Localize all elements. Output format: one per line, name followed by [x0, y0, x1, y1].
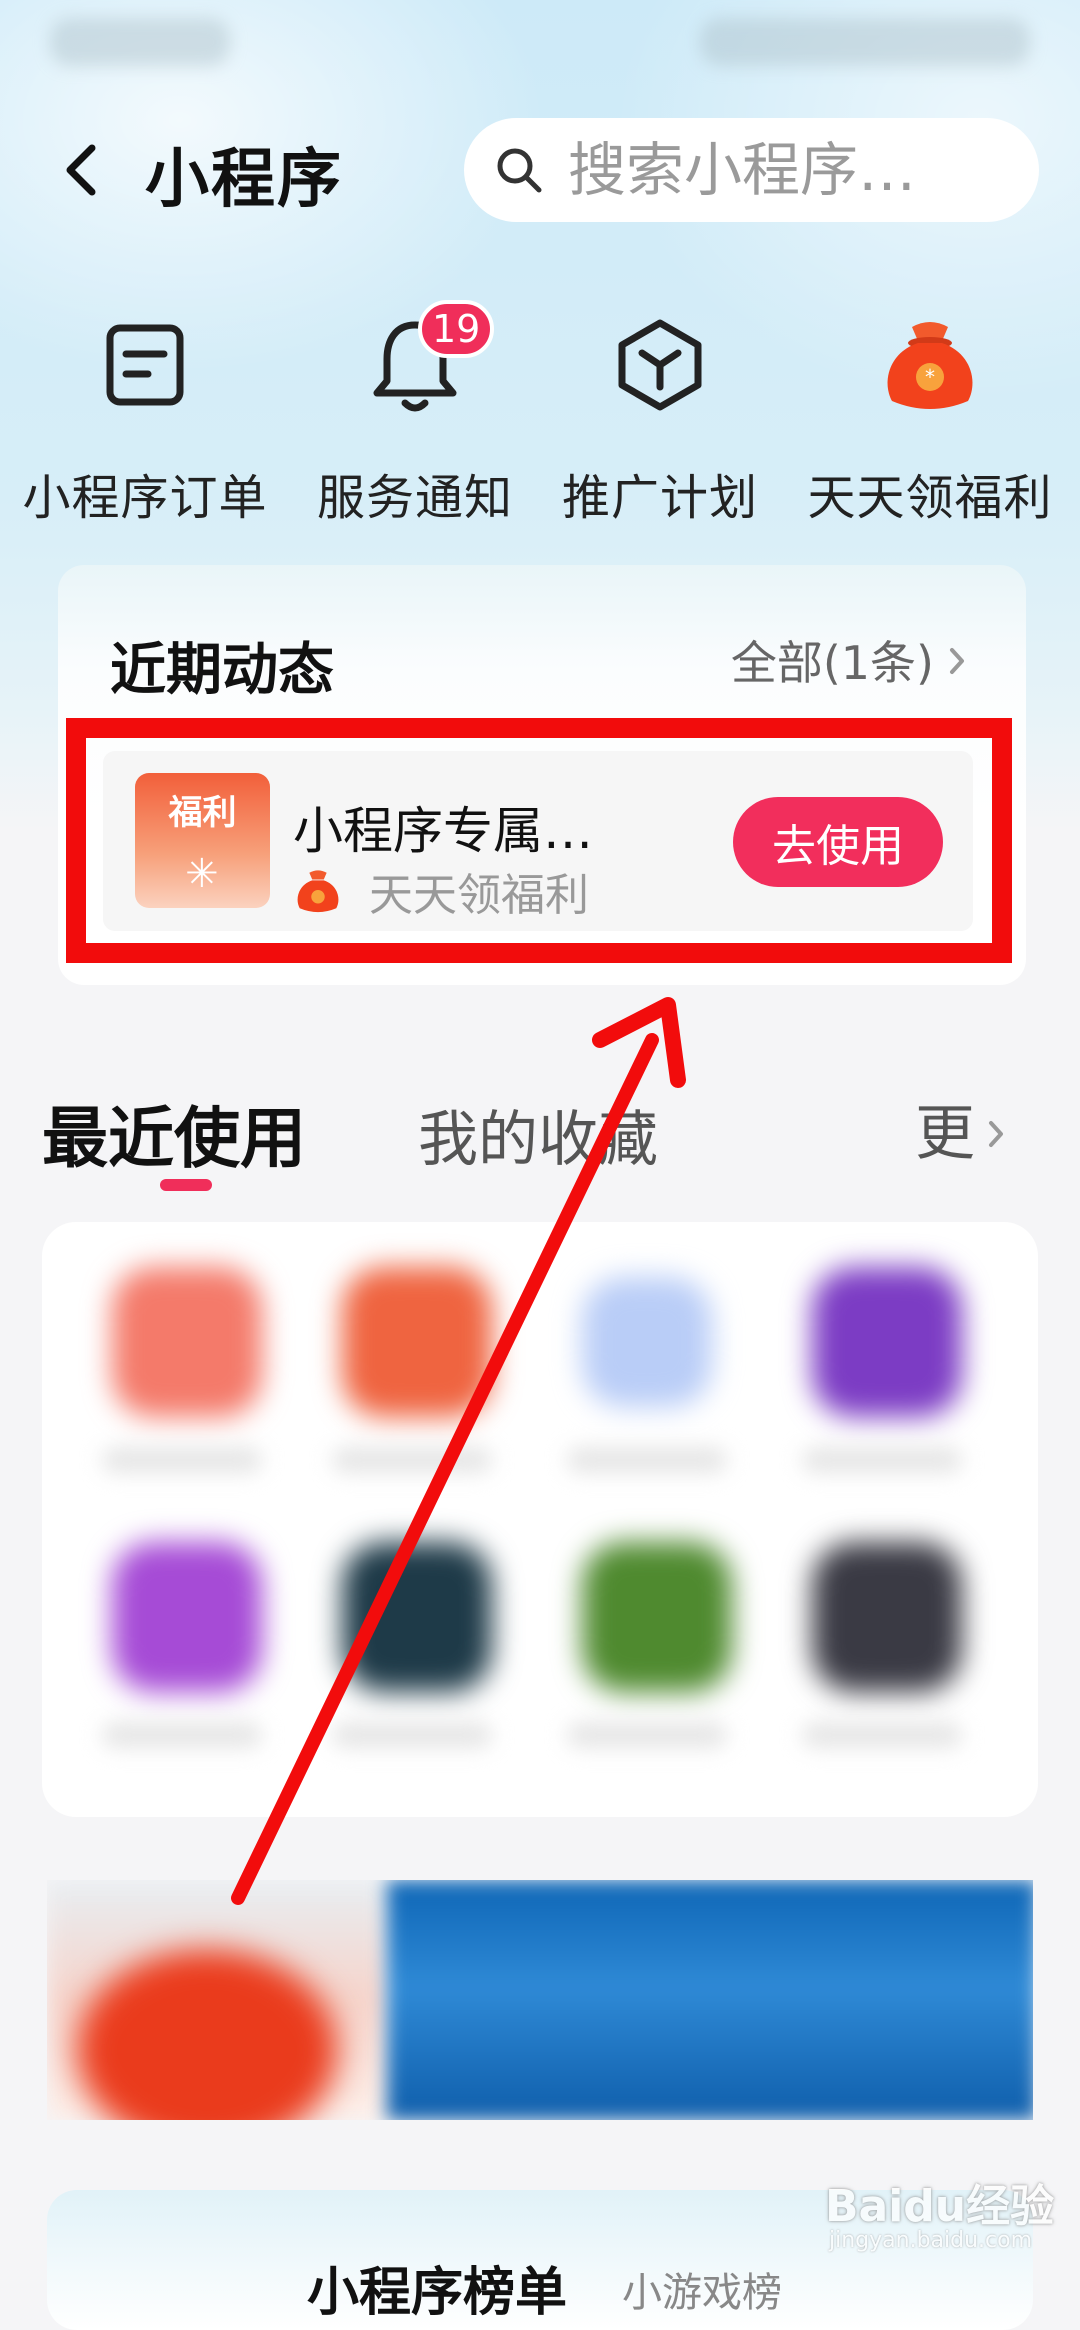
- app-label-blurred: [332, 1447, 492, 1473]
- search-icon: [494, 145, 544, 195]
- quick-action-promotion[interactable]: 推广计划: [535, 310, 785, 530]
- order-icon: [90, 310, 200, 420]
- quick-action-label: 小程序订单: [22, 470, 268, 526]
- lucky-bag-icon: *: [875, 310, 985, 420]
- app-icon-blurred[interactable]: [812, 1267, 962, 1417]
- svg-text:*: *: [925, 365, 935, 389]
- view-all-label: 全部(1条): [730, 636, 934, 690]
- view-all-link[interactable]: 全部(1条): [731, 627, 966, 693]
- back-button[interactable]: [52, 140, 112, 200]
- status-bar-right-blurred: [700, 18, 1030, 66]
- app-label-blurred: [567, 1447, 727, 1473]
- quick-action-orders[interactable]: 小程序订单: [20, 310, 270, 530]
- bell-icon: 19: [360, 300, 495, 420]
- app-label-blurred: [332, 1722, 492, 1748]
- tab-more[interactable]: 更: [915, 1085, 1005, 1172]
- watermark-url: jingyan.baidu.com: [829, 2228, 1033, 2253]
- banner-right-blurred: [387, 1880, 1033, 2120]
- chevron-left-icon: [66, 144, 96, 196]
- chevron-right-icon: [987, 1094, 1005, 1164]
- ranking-subtitle: 小游戏榜: [622, 2270, 782, 2316]
- app-label-blurred: [802, 1722, 962, 1748]
- chevron-right-icon: [948, 633, 966, 687]
- app-label-blurred: [567, 1722, 727, 1748]
- app-icon-blurred[interactable]: [582, 1542, 732, 1692]
- app-icon-blurred[interactable]: [812, 1542, 962, 1692]
- quick-action-notifications[interactable]: 19 服务通知: [290, 300, 540, 530]
- quick-action-label: 天天领福利: [807, 470, 1053, 526]
- search-input[interactable]: [566, 135, 1000, 205]
- quick-action-label: 推广计划: [561, 470, 758, 526]
- app-icon-blurred[interactable]: [342, 1542, 492, 1692]
- app-icon-blurred[interactable]: [112, 1542, 262, 1692]
- tab-favorites[interactable]: 我的收藏: [418, 1091, 658, 1178]
- app-icon-blurred[interactable]: [342, 1267, 492, 1417]
- app-icon-blurred[interactable]: [582, 1277, 712, 1407]
- search-bar[interactable]: [464, 118, 1039, 222]
- page-title: 小程序: [145, 143, 343, 217]
- baidu-watermark: Baidu经验 jingyan.baidu.com: [825, 2170, 1065, 2260]
- recent-apps-grid: [42, 1222, 1038, 1817]
- app-label-blurred: [802, 1447, 962, 1473]
- quick-actions-row: 小程序订单 19 服务通知 推广计划 * 天天领福利: [0, 300, 1080, 530]
- tab-recent[interactable]: 最近使用: [42, 1085, 306, 1181]
- tab-more-label: 更: [915, 1099, 975, 1169]
- quick-action-label: 服务通知: [316, 470, 513, 526]
- notification-badge: 19: [418, 300, 495, 358]
- app-label-blurred: [102, 1447, 262, 1473]
- ranking-title: 小程序榜单: [307, 2263, 568, 2323]
- active-tab-indicator: [160, 1179, 212, 1191]
- app-icon-blurred[interactable]: [112, 1267, 262, 1417]
- recent-activity-title: 近期动态: [110, 638, 334, 703]
- tab-bar: 最近使用 我的收藏 更: [0, 1085, 1080, 1195]
- watermark-logo: Baidu经验: [825, 2181, 1055, 2232]
- status-bar-left-blurred: [50, 18, 230, 66]
- quick-action-daily-welfare[interactable]: * 天天领福利: [805, 310, 1055, 530]
- promo-banner[interactable]: [47, 1880, 1033, 2120]
- annotation-highlight-box: [66, 718, 1012, 963]
- promotion-cube-icon: [605, 310, 715, 420]
- app-label-blurred: [102, 1722, 262, 1748]
